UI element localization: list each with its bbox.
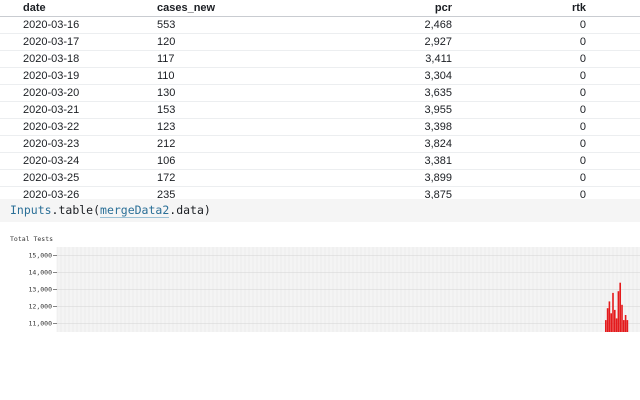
chart-bar [617, 291, 620, 332]
table-row[interactable]: 2020-03-20 130 3,635 0 [0, 84, 640, 102]
chart-bar [619, 282, 621, 332]
column-header-cases-new[interactable]: cases_new [153, 0, 307, 17]
y-tick-label: 12,000 [29, 303, 53, 311]
cell-rtk: 0 [452, 135, 586, 153]
table-header-row: date cases_new pcr rtk [0, 0, 640, 17]
cell-rtk: 0 [452, 16, 586, 34]
cell-date: 2020-03-22 [0, 118, 153, 136]
cell-rtk: 0 [452, 101, 586, 119]
column-header-date[interactable]: date [0, 0, 153, 17]
cell-date: 2020-03-25 [0, 169, 153, 187]
table-body: 2020-03-16 553 2,468 0 2020-03-17 120 2,927 0 20… [0, 16, 640, 204]
table-row[interactable]: 2020-03-22 123 3,398 0 [0, 118, 640, 136]
cell-pcr: 3,304 [307, 67, 452, 85]
cell-date: 2020-03-18 [0, 50, 153, 68]
cell-rtk: 0 [452, 169, 586, 187]
chart-container: Total Tests 11,000 12,000 13,000 14,000 15,0… [0, 232, 640, 342]
code-cell[interactable]: Inputs.table(mergeData2.data) [0, 199, 640, 222]
chart-bar [605, 320, 607, 332]
cell-spacer [586, 152, 640, 170]
cell-pcr: 2,927 [307, 33, 452, 51]
chart-bar [626, 320, 629, 332]
cell-rtk: 0 [452, 67, 586, 85]
y-tick-label: 11,000 [29, 320, 53, 328]
code-method: .table( [51, 203, 101, 217]
cell-pcr: 3,398 [307, 118, 452, 136]
cell-pcr: 2,468 [307, 16, 452, 34]
cell-spacer [586, 118, 640, 136]
column-header-rtk[interactable]: rtk [452, 0, 586, 17]
cell-spacer [586, 101, 640, 119]
cell-spacer [586, 16, 640, 34]
code-line: Inputs.table(mergeData2.data) [0, 199, 640, 222]
chart-bar [608, 301, 611, 332]
table-row[interactable]: 2020-03-21 153 3,955 0 [0, 101, 640, 119]
code-reference-link[interactable]: mergeData2 [100, 203, 170, 218]
cell-rtk: 0 [452, 152, 586, 170]
cell-spacer [586, 50, 640, 68]
cell-cases-new: 120 [153, 33, 307, 51]
cell-cases-new: 153 [153, 101, 307, 119]
table-row[interactable]: 2020-03-17 120 2,927 0 [0, 33, 640, 51]
table-row[interactable]: 2020-03-16 553 2,468 0 [0, 16, 640, 34]
cell-cases-new: 123 [153, 118, 307, 136]
cell-pcr: 3,899 [307, 169, 452, 187]
table-row[interactable]: 2020-03-19 110 3,304 0 [0, 67, 640, 85]
chart-bar [606, 308, 609, 332]
y-tick-label: 14,000 [29, 269, 53, 277]
data-table-container[interactable]: date cases_new pcr rtk 2020-03-16 553 2,46… [0, 0, 640, 204]
table-row[interactable]: 2020-03-24 106 3,381 0 [0, 152, 640, 170]
cell-cases-new: 172 [153, 169, 307, 187]
cell-cases-new: 106 [153, 152, 307, 170]
cell-spacer [586, 67, 640, 85]
cell-date: 2020-03-21 [0, 101, 153, 119]
code-object: Inputs [10, 203, 52, 217]
cell-date: 2020-03-19 [0, 67, 153, 85]
y-axis: 11,000 12,000 13,000 14,000 15,000 [29, 252, 57, 328]
y-tick-label: 15,000 [29, 252, 53, 260]
cell-rtk: 0 [452, 84, 586, 102]
cell-date: 2020-03-23 [0, 135, 153, 153]
chart-bar [612, 292, 614, 332]
cell-pcr: 3,824 [307, 135, 452, 153]
code-tail: .data) [169, 203, 211, 217]
cell-date: 2020-03-16 [0, 16, 153, 34]
column-header-spacer [586, 0, 640, 17]
chart-bar [615, 318, 618, 332]
cell-pcr: 3,381 [307, 152, 452, 170]
chart-title: Total Tests [10, 235, 54, 243]
cell-cases-new: 212 [153, 135, 307, 153]
table-row[interactable]: 2020-03-25 172 3,899 0 [0, 169, 640, 187]
cell-rtk: 0 [452, 118, 586, 136]
cell-spacer [586, 135, 640, 153]
data-table: date cases_new pcr rtk 2020-03-16 553 2,46… [0, 0, 640, 204]
column-header-pcr[interactable]: pcr [307, 0, 452, 17]
cell-spacer [586, 169, 640, 187]
cell-pcr: 3,955 [307, 101, 452, 119]
cell-pcr: 3,411 [307, 50, 452, 68]
cell-date: 2020-03-20 [0, 84, 153, 102]
chart-bar [624, 315, 627, 332]
cell-rtk: 0 [452, 50, 586, 68]
cell-cases-new: 553 [153, 16, 307, 34]
cell-cases-new: 130 [153, 84, 307, 102]
chart-bar [614, 309, 616, 332]
cell-rtk: 0 [452, 33, 586, 51]
cell-date: 2020-03-24 [0, 152, 153, 170]
cell-pcr: 3,635 [307, 84, 452, 102]
cell-date: 2020-03-17 [0, 33, 153, 51]
cell-spacer [586, 33, 640, 51]
cell-cases-new: 117 [153, 50, 307, 68]
chart-bar [623, 320, 625, 332]
table-row[interactable]: 2020-03-23 212 3,824 0 [0, 135, 640, 153]
bar-chart: 11,000 12,000 13,000 14,000 15,000 [29, 247, 640, 332]
y-tick-label: 13,000 [29, 286, 53, 294]
cell-cases-new: 110 [153, 67, 307, 85]
chart-bar [621, 304, 623, 332]
table-row[interactable]: 2020-03-18 117 3,411 0 [0, 50, 640, 68]
chart-bar [610, 313, 612, 332]
cell-spacer [586, 84, 640, 102]
